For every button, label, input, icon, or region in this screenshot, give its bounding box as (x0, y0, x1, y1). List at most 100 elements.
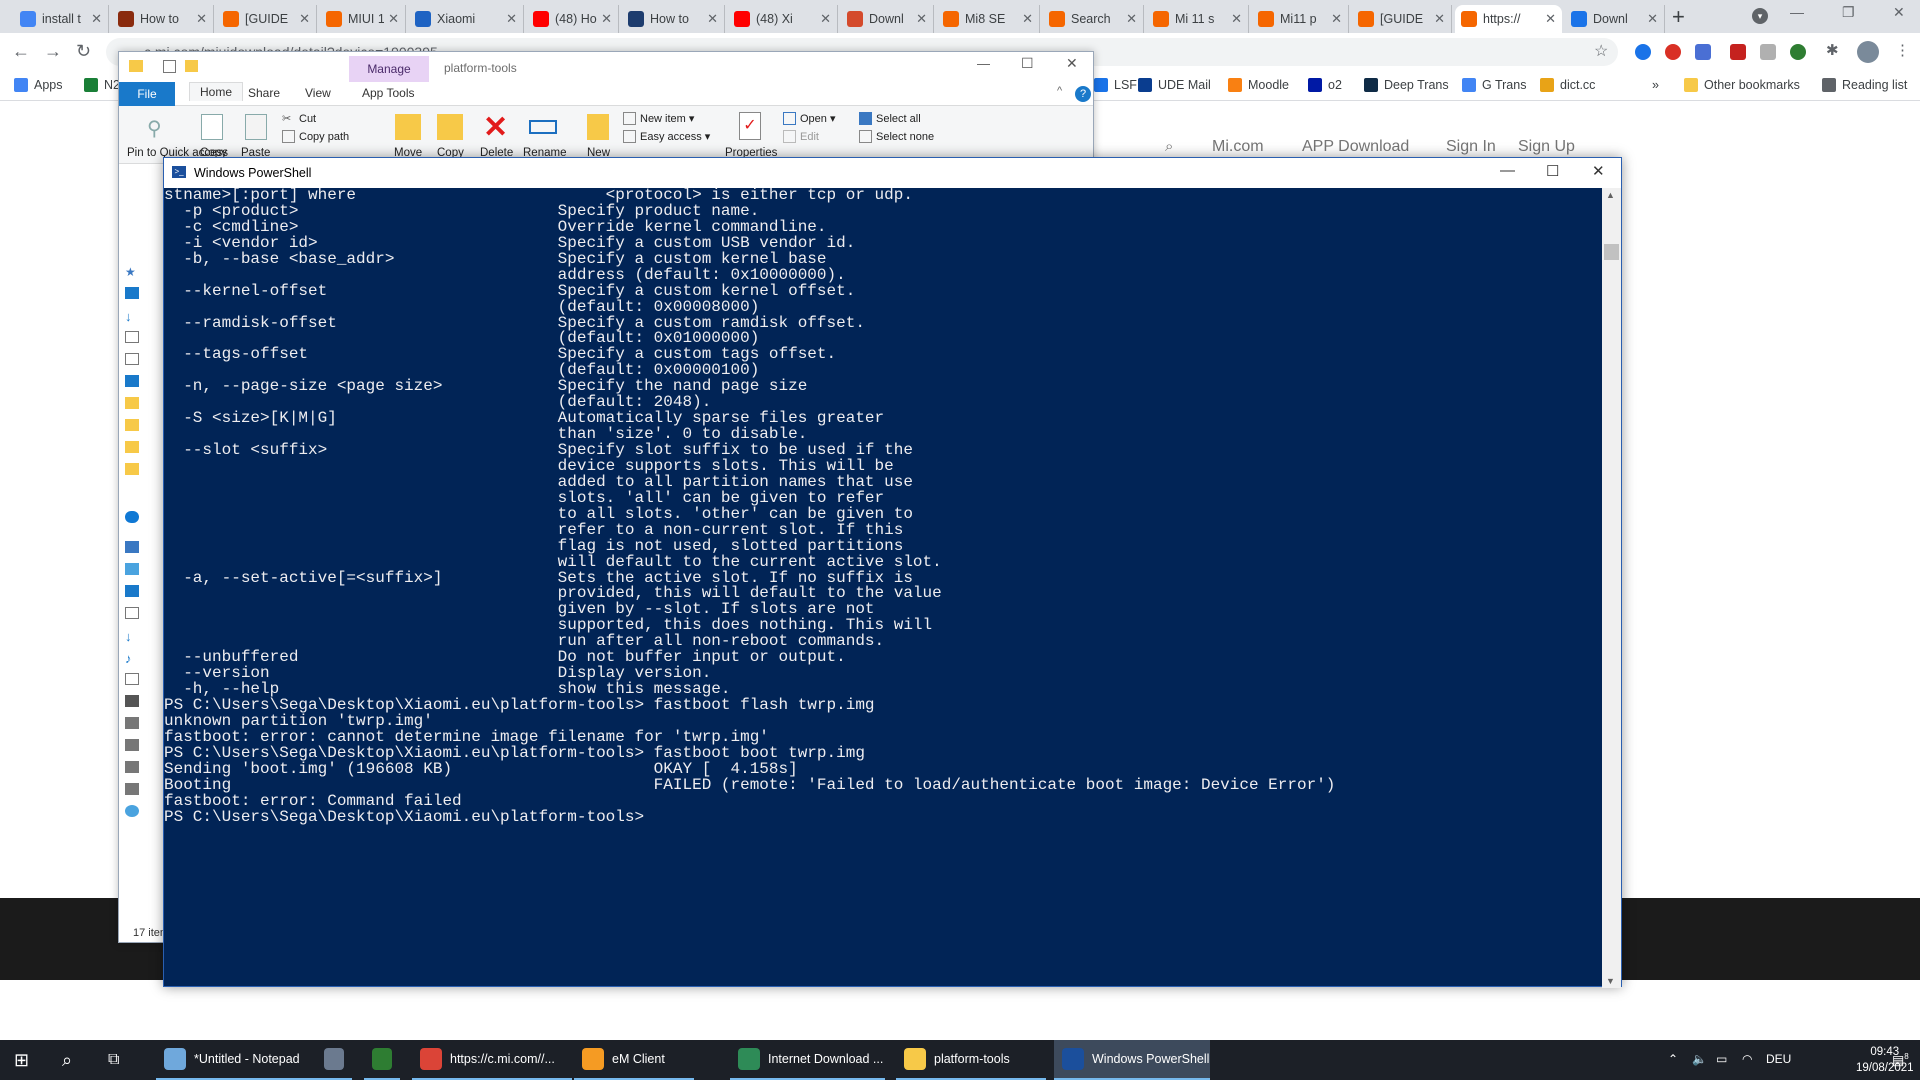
scrollbar-thumb[interactable] (1604, 244, 1619, 260)
folder-icon[interactable] (125, 419, 139, 431)
desktop-icon[interactable] (125, 585, 139, 597)
notification-center-icon[interactable]: ▤8 (1892, 1052, 1909, 1068)
browser-tab[interactable]: https:// ✕ (1455, 5, 1562, 33)
this-pc-icon[interactable] (125, 541, 139, 553)
browser-tab[interactable]: Mi8 SE ✕ (937, 5, 1040, 33)
bookmark-item[interactable]: UDE Mail (1138, 78, 1211, 92)
browser-tab[interactable]: install t ✕ (14, 5, 109, 33)
bookmark-item[interactable]: Reading list (1822, 78, 1907, 92)
folder-icon[interactable] (125, 463, 139, 475)
close-tab-icon[interactable]: ✕ (1647, 11, 1658, 27)
restore-icon[interactable]: ❐ (1842, 4, 1855, 21)
nav-sign-up[interactable]: Sign Up (1518, 138, 1575, 156)
browser-tab[interactable]: [GUIDE ✕ (217, 5, 317, 33)
language-indicator[interactable]: DEU (1766, 1052, 1791, 1066)
extension-icon[interactable] (1665, 44, 1681, 60)
search-icon[interactable]: ⌕ (1165, 138, 1173, 155)
bookmark-item[interactable]: LSF (1094, 78, 1137, 92)
extension-icon[interactable] (1730, 44, 1746, 60)
bookmark-item[interactable]: o2 (1308, 78, 1342, 92)
close-tab-icon[interactable]: ✕ (1022, 11, 1033, 27)
extension-icon[interactable] (1760, 44, 1776, 60)
browser-tab[interactable]: How to ✕ (112, 5, 214, 33)
extension-icon[interactable] (1790, 44, 1806, 60)
tab-share[interactable]: Share (248, 86, 280, 100)
close-tab-icon[interactable]: ✕ (601, 11, 612, 27)
cut-button[interactable]: ✂ Cut (282, 112, 316, 126)
browser-tab[interactable]: (48) Xi ✕ (728, 5, 838, 33)
avatar[interactable] (1857, 41, 1879, 63)
drive-icon[interactable] (125, 761, 139, 773)
volume-muted-icon[interactable]: 🔈 (1692, 1052, 1707, 1066)
documents-icon[interactable] (125, 607, 139, 619)
network-icon[interactable] (125, 805, 139, 817)
bookmark-item[interactable]: » (1652, 78, 1659, 92)
bookmark-item[interactable]: Other bookmarks (1684, 78, 1800, 92)
videos-icon[interactable] (125, 695, 139, 707)
bookmark-item[interactable]: Moodle (1228, 78, 1289, 92)
tab-app-tools[interactable]: App Tools (362, 86, 414, 100)
bookmark-item[interactable]: Deep Trans (1364, 78, 1449, 92)
taskbar-app-button[interactable]: Internet Download ... (730, 1040, 885, 1080)
browser-tab[interactable]: Downl ✕ (841, 5, 934, 33)
taskbar-app-button[interactable]: *Untitled - Notepad (156, 1040, 326, 1080)
documents-icon[interactable] (125, 331, 139, 343)
terminal-scrollbar[interactable]: ▲ ▼ (1602, 188, 1621, 988)
wifi-icon[interactable]: ◠ (1742, 1052, 1752, 1066)
nav-app-download[interactable]: APP Download (1302, 138, 1409, 156)
tab-home[interactable]: Home (189, 82, 244, 101)
drive-icon[interactable] (125, 739, 139, 751)
back-icon[interactable]: ← (12, 41, 30, 62)
tab-file[interactable]: File (119, 82, 175, 106)
bookmark-item[interactable]: G Trans (1462, 78, 1526, 92)
close-tab-icon[interactable]: ✕ (1331, 11, 1342, 27)
close-tab-icon[interactable]: ✕ (1545, 11, 1556, 27)
quick-access-star-icon[interactable]: ★ (125, 265, 139, 279)
browser-tab[interactable]: (48) Ho ✕ (527, 5, 619, 33)
nav-sign-in[interactable]: Sign In (1446, 138, 1496, 156)
browser-tab[interactable]: Downl ✕ (1565, 5, 1665, 33)
reload-icon[interactable]: ↻ (76, 41, 91, 62)
new-item-button[interactable]: New item ▾ (623, 112, 694, 125)
easy-access-button[interactable]: Easy access ▾ (623, 130, 710, 143)
collapse-ribbon-icon[interactable]: ^ (1057, 85, 1062, 97)
close-tab-icon[interactable]: ✕ (1434, 11, 1445, 27)
taskbar-app-button[interactable] (316, 1040, 352, 1080)
close-tab-icon[interactable]: ✕ (1231, 11, 1242, 27)
scroll-up-icon[interactable]: ▲ (1606, 190, 1615, 200)
minimize-icon[interactable]: — (977, 56, 990, 71)
minimize-icon[interactable]: — (1790, 4, 1804, 20)
music-icon[interactable]: ♪ (125, 651, 139, 666)
downloads-icon[interactable]: ↓ (125, 629, 139, 644)
bookmark-item[interactable]: N2 (84, 78, 120, 92)
close-icon[interactable]: ✕ (1893, 4, 1905, 21)
tab-search-icon[interactable]: ▾ (1752, 8, 1768, 24)
open-button[interactable]: Open ▾ (783, 112, 836, 125)
scroll-down-icon[interactable]: ▼ (1606, 976, 1615, 986)
folder-icon[interactable] (125, 397, 139, 409)
taskbar-app-button[interactable]: eM Client (574, 1040, 694, 1080)
terminal-output[interactable]: stname>[:port] where <protocol> is eithe… (164, 188, 1604, 988)
maximize-icon[interactable]: ☐ (1546, 162, 1559, 180)
close-tab-icon[interactable]: ✕ (388, 11, 399, 27)
new-folder-icon[interactable] (185, 60, 198, 72)
nav-mi-com[interactable]: Mi.com (1212, 138, 1264, 156)
help-icon[interactable]: ? (1075, 86, 1091, 102)
pictures-icon[interactable] (125, 353, 139, 365)
taskbar-app-button[interactable] (364, 1040, 400, 1080)
extension-icon[interactable] (1695, 44, 1711, 60)
taskbar-app-button[interactable]: https://c.mi.com//... (412, 1040, 572, 1080)
browser-tab[interactable]: [GUIDE ✕ (1352, 5, 1452, 33)
bookmark-item[interactable]: Apps (14, 78, 63, 92)
forward-icon[interactable]: → (44, 41, 62, 62)
select-none-button[interactable]: Select none (859, 130, 934, 143)
select-all-button[interactable]: Select all (859, 112, 921, 125)
properties-check-icon[interactable] (163, 60, 176, 73)
show-hidden-icons-icon[interactable]: ⌃ (1668, 1052, 1678, 1066)
bookmark-item[interactable]: dict.cc (1540, 78, 1595, 92)
3d-objects-icon[interactable] (125, 563, 139, 575)
close-tab-icon[interactable]: ✕ (820, 11, 831, 27)
edit-button[interactable]: Edit (783, 130, 819, 143)
copy-path-button[interactable]: Copy path (282, 130, 349, 143)
close-tab-icon[interactable]: ✕ (916, 11, 927, 27)
